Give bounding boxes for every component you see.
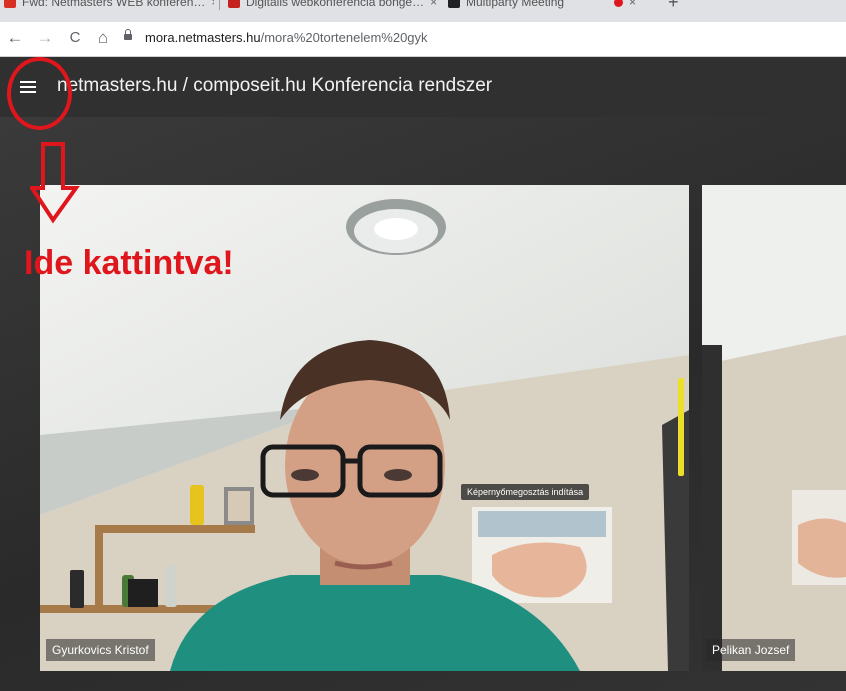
close-tab-icon[interactable]: × [629, 0, 636, 9]
browser-tab-2[interactable]: Digitális webkonferencia böngé… × [228, 0, 440, 16]
lock-icon[interactable] [124, 29, 132, 40]
tab-label: Fwd: Netmasters WEB konferen… [22, 0, 206, 9]
video-feed-secondary [702, 185, 846, 671]
new-tab-button[interactable]: + [668, 0, 679, 13]
browser-tab-1[interactable]: Fwd: Netmasters WEB konferen… × [4, 0, 214, 16]
yellow-scroll-indicator[interactable] [678, 378, 684, 476]
url-path: /mora%20tortenelem%20gyk [260, 30, 428, 45]
annotation-text: Ide kattintva! [24, 244, 234, 282]
browser-tab-3-active[interactable]: Multiparty Meeting × [448, 0, 658, 16]
tab-label: Digitális webkonferencia böngé… [246, 0, 425, 9]
reload-icon[interactable]: C [64, 28, 86, 48]
browser-toolbar: ← → C ⌂ mora.netmasters.hu/mora%20torten… [0, 22, 846, 57]
recording-indicator-icon [614, 0, 624, 8]
close-tab-icon[interactable]: × [211, 0, 214, 9]
gmail-favicon-icon [4, 0, 16, 8]
youtube-favicon-icon [228, 0, 240, 8]
forward-arrow-icon[interactable]: → [34, 28, 56, 48]
tab-label: Multiparty Meeting [466, 0, 565, 9]
participant-name-label: Gyurkovics Kristof [46, 639, 155, 661]
app-header: netmasters.hu / composeit.hu Konferencia… [0, 57, 846, 117]
home-icon[interactable]: ⌂ [92, 28, 114, 48]
url-field[interactable]: mora.netmasters.hu/mora%20tortenelem%20g… [145, 30, 428, 45]
app-title: netmasters.hu / composeit.hu Konferencia… [57, 75, 493, 96]
video-tile-secondary[interactable]: Pelikan Jozsef [702, 185, 846, 671]
close-tab-icon[interactable]: × [430, 0, 437, 9]
annotation-down-arrow-icon [30, 142, 80, 224]
annotation-circle [7, 57, 72, 130]
tab-separator [219, 0, 220, 10]
participant-name-label: Pelikan Jozsef [706, 639, 796, 661]
browser-tab-strip: Fwd: Netmasters WEB konferen… × Digitális… [0, 0, 846, 22]
url-host: mora.netmasters.hu [145, 30, 261, 45]
meeting-favicon-icon [448, 0, 460, 8]
back-arrow-icon[interactable]: ← [4, 28, 26, 48]
screen-share-tooltip: Képernyőmegosztás indítása [461, 484, 590, 500]
